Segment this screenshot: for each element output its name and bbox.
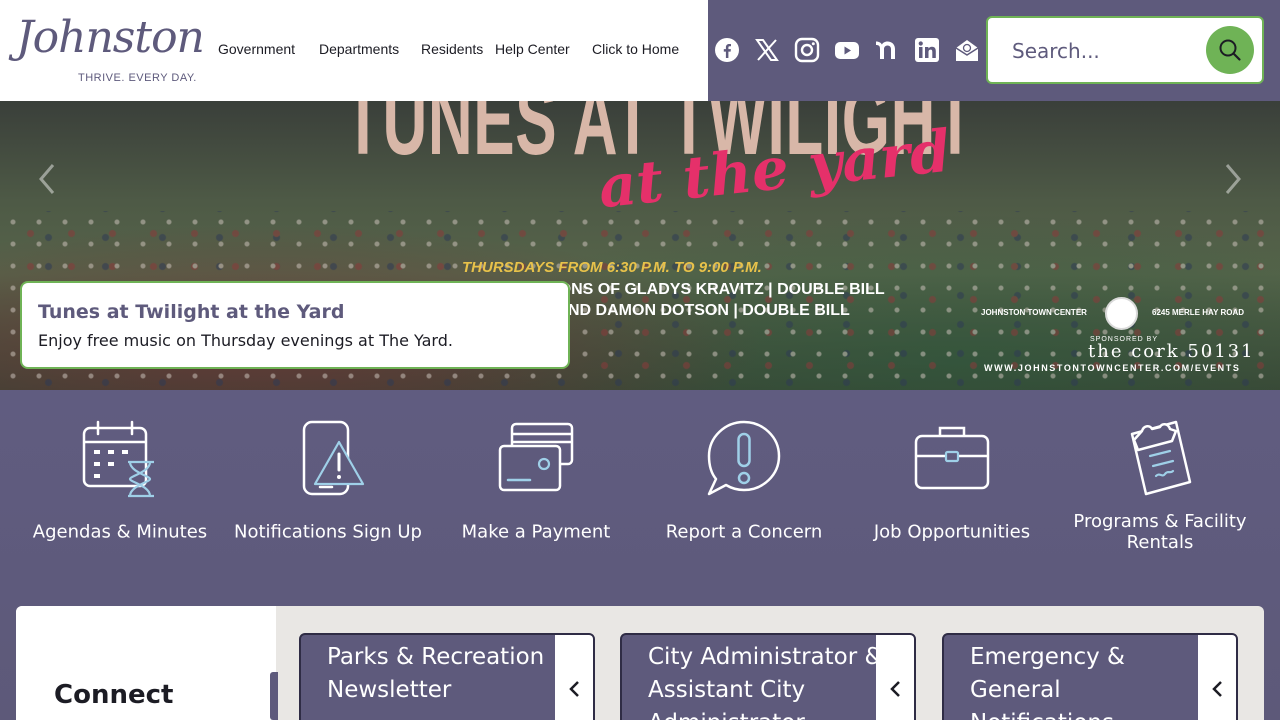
quick-link-agendas[interactable]: Agendas & Minutes bbox=[20, 414, 220, 554]
facebook-icon[interactable] bbox=[713, 36, 741, 64]
nav-government[interactable]: Government bbox=[218, 41, 295, 57]
nextdoor-icon[interactable] bbox=[873, 36, 901, 64]
exclamation-bubble-icon bbox=[707, 420, 781, 496]
nav-departments[interactable]: Departments bbox=[319, 41, 399, 57]
email-icon[interactable] bbox=[953, 36, 981, 64]
search-box bbox=[986, 16, 1264, 84]
johnston-logo[interactable]: Johnston THRIVE. EVERY DAY. bbox=[16, 12, 205, 86]
hero-cork-logo: the cork 50131 bbox=[1088, 341, 1255, 362]
phone-alert-icon bbox=[302, 420, 365, 496]
youtube-icon[interactable] bbox=[833, 36, 861, 64]
hero-when: THURSDAYS FROM 6:30 P.M. TO 9:00 P.M. bbox=[462, 259, 762, 276]
chevron-left-icon bbox=[890, 681, 900, 697]
briefcase-icon bbox=[914, 426, 990, 490]
hero-next-button[interactable] bbox=[1218, 159, 1248, 199]
hero-caption-card[interactable]: Tunes at Twilight at the Yard Enjoy free… bbox=[20, 281, 570, 369]
quick-link-label: Notifications Sign Up bbox=[234, 521, 422, 543]
news-card-title: Emergency & General Notifications bbox=[970, 644, 1125, 720]
news-card-toggle[interactable] bbox=[555, 635, 593, 720]
caption-title: Tunes at Twilight at the Yard bbox=[38, 301, 345, 323]
news-card-title: City Administrator & Assistant City Admi… bbox=[648, 644, 883, 720]
news-card-city-admin[interactable]: City Administrator & Assistant City Admi… bbox=[620, 633, 916, 720]
news-card-toggle[interactable] bbox=[1198, 635, 1236, 720]
clipboard-icon bbox=[1130, 420, 1192, 496]
chevron-right-icon bbox=[1225, 164, 1241, 194]
quick-link-programs[interactable]: Programs & Facility Rentals bbox=[1060, 414, 1260, 554]
connect-card: Connect bbox=[16, 606, 278, 720]
credit-card-icon bbox=[498, 422, 574, 492]
hero-url: WWW.JOHNSTONTOWNCENTER.COM/EVENTS bbox=[984, 363, 1241, 373]
quick-link-notifications[interactable]: Notifications Sign Up bbox=[228, 414, 428, 554]
chevron-left-icon bbox=[39, 164, 55, 194]
header-nav-area: Johnston THRIVE. EVERY DAY. Government D… bbox=[0, 0, 708, 101]
chevron-left-icon bbox=[1212, 681, 1222, 697]
logo-tagline: THRIVE. EVERY DAY. bbox=[78, 72, 197, 84]
chevron-left-icon bbox=[569, 681, 579, 697]
linkedin-icon[interactable] bbox=[913, 36, 941, 64]
hero-venue: JOHNSTON TOWN CENTER bbox=[981, 308, 1087, 317]
news-card-title: Parks & Recreation Newsletter bbox=[327, 644, 545, 703]
hero-prev-button[interactable] bbox=[32, 159, 62, 199]
quick-link-payment[interactable]: Make a Payment bbox=[436, 414, 636, 554]
news-card-toggle[interactable] bbox=[876, 635, 914, 720]
quick-link-label: Agendas & Minutes bbox=[32, 521, 208, 543]
caption-text: Enjoy free music on Thursday evenings at… bbox=[38, 331, 453, 350]
calendar-hourglass-icon bbox=[82, 420, 154, 498]
search-input[interactable] bbox=[1012, 36, 1192, 66]
news-card-emergency[interactable]: Emergency & General Notifications bbox=[942, 633, 1238, 720]
quick-link-label: Programs & Facility Rentals bbox=[1073, 511, 1247, 553]
hero-address: 6245 MERLE HAY ROAD bbox=[1152, 308, 1245, 317]
instagram-icon[interactable] bbox=[793, 36, 821, 64]
connect-title: Connect bbox=[54, 680, 174, 710]
quick-link-report-concern[interactable]: Report a Concern bbox=[644, 414, 844, 554]
logo-script-text: Johnston bbox=[16, 12, 205, 63]
x-icon[interactable] bbox=[753, 36, 781, 64]
search-icon bbox=[1219, 39, 1241, 61]
hero-seal-logo bbox=[1105, 297, 1138, 330]
news-card-parks[interactable]: Parks & Recreation Newsletter bbox=[299, 633, 595, 720]
hero-lineup-line-2: ND DAMON DOTSON | DOUBLE BILL bbox=[568, 302, 850, 319]
connect-panel: Connect Parks & Recreation Newsletter Ci… bbox=[16, 606, 1264, 720]
nav-click-to-home[interactable]: Click to Home bbox=[592, 41, 679, 57]
search-button[interactable] bbox=[1206, 26, 1254, 74]
quick-link-label: Report a Concern bbox=[665, 521, 823, 543]
quick-link-jobs[interactable]: Job Opportunities bbox=[852, 414, 1052, 554]
nav-help-center[interactable]: Help Center bbox=[495, 41, 570, 57]
hero-lineup-line-1: SONS OF GLADYS KRAVITZ | DOUBLE BILL bbox=[548, 281, 885, 298]
nav-residents[interactable]: Residents bbox=[421, 41, 483, 57]
connect-tab-indicator bbox=[270, 672, 278, 720]
quick-link-label: Make a Payment bbox=[461, 521, 611, 543]
quick-link-label: Job Opportunities bbox=[873, 521, 1031, 543]
